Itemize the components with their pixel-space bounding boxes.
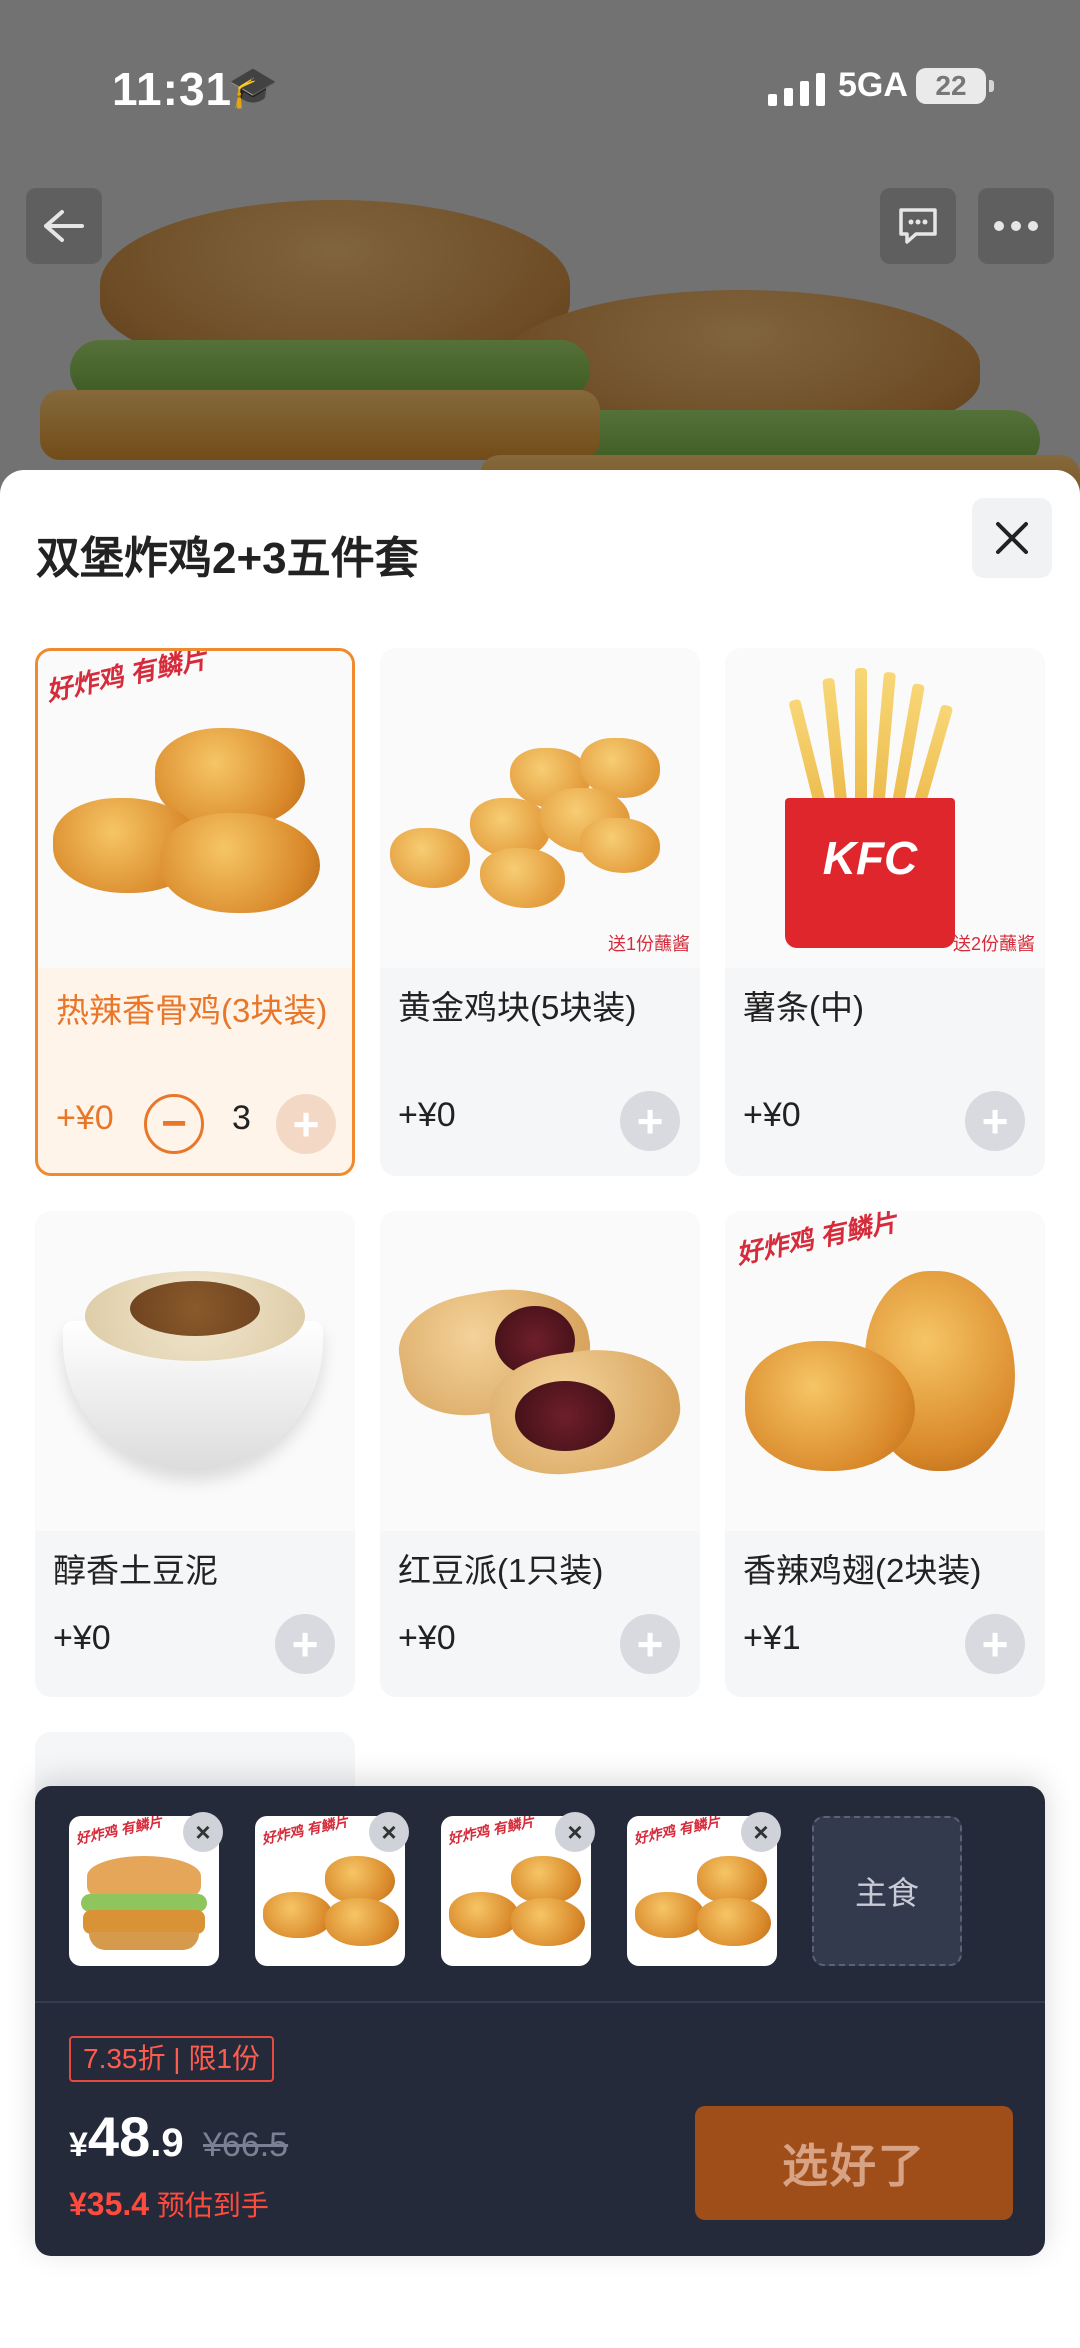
battery-icon: 22 [916, 68, 994, 104]
chat-bubble-icon [899, 208, 937, 244]
item-image: 送1份蘸酱 [380, 648, 700, 968]
graduation-cap-icon: 🎓 [228, 66, 278, 110]
item-quantity: 3 [232, 1099, 251, 1137]
item-price: +¥0 [398, 1096, 456, 1134]
total-price: ¥48.9 [69, 2104, 184, 2169]
item-image [380, 1211, 700, 1531]
item-price: +¥0 [56, 1099, 114, 1137]
item-card-spicy-wings[interactable]: 好炸鸡 有鳞片 香辣鸡翅(2块装) +¥1 + [725, 1211, 1045, 1697]
increase-button[interactable]: + [276, 1094, 336, 1154]
promo-tag: 好炸鸡 有鳞片 [74, 1816, 164, 1847]
message-button[interactable] [880, 188, 956, 264]
cart-panel: 好炸鸡 有鳞片 × 好炸鸡 有鳞片 × 好炸鸡 有鳞片 × 好炸鸡 有鳞片 × … [35, 1786, 1045, 2256]
original-price: ¥66.5 [203, 2126, 289, 2164]
remove-thumb-button[interactable]: × [369, 1812, 409, 1852]
remove-thumb-button[interactable]: × [183, 1812, 223, 1852]
item-price: +¥0 [398, 1619, 456, 1657]
status-time: 11:31 [112, 63, 233, 115]
item-price: +¥0 [743, 1096, 801, 1134]
empty-slot-main[interactable]: 主食 [812, 1816, 962, 1966]
sauce-note: 送2份蘸酱 [952, 934, 1035, 954]
item-image [35, 1211, 355, 1531]
price-integer: 48 [87, 2105, 151, 2168]
more-dots-icon [994, 221, 1038, 231]
item-name: 薯条(中) [743, 989, 864, 1026]
item-image: 好炸鸡 有鳞片 [725, 1211, 1045, 1531]
price-symbol: ¥ [69, 2126, 88, 2164]
item-image: 好炸鸡 有鳞片 [38, 648, 352, 968]
back-button[interactable] [26, 188, 102, 264]
sauce-note: 送1份蘸酱 [607, 934, 690, 954]
network-label: 5GA [838, 66, 908, 104]
discount-badge: 7.35折 | 限1份 [69, 2036, 274, 2082]
more-button[interactable] [978, 188, 1054, 264]
item-name: 热辣香骨鸡(3块装) [56, 992, 328, 1029]
item-card-nuggets[interactable]: 送1份蘸酱 黄金鸡块(5块装) +¥0 + [380, 648, 700, 1176]
promo-tag: 好炸鸡 有鳞片 [260, 1816, 350, 1847]
arrow-left-icon [44, 210, 84, 242]
confirm-button[interactable]: 选好了 [695, 2106, 1013, 2220]
estimated-price: ¥35.4 预估到手 [69, 2184, 269, 2224]
decrease-button[interactable]: − [144, 1094, 204, 1154]
estimate-amount: ¥35.4 [69, 2186, 150, 2222]
item-card-red-bean-pie[interactable]: 红豆派(1只装) +¥0 + [380, 1211, 700, 1697]
sheet-title: 双堡炸鸡2+3五件套 [36, 534, 419, 583]
estimate-label: 预估到手 [156, 2190, 269, 2221]
item-card-spicy-chicken[interactable]: 好炸鸡 有鳞片 热辣香骨鸡(3块装) +¥0 − 3 + [35, 648, 355, 1176]
item-card-mashed-potato[interactable]: 醇香土豆泥 +¥0 + [35, 1211, 355, 1697]
item-name: 醇香土豆泥 [53, 1552, 218, 1589]
promo-tag: 好炸鸡 有鳞片 [446, 1816, 536, 1847]
item-image: KFC 送2份蘸酱 [725, 648, 1045, 968]
promo-tag: 好炸鸡 有鳞片 [733, 1211, 900, 1270]
remove-thumb-button[interactable]: × [741, 1812, 781, 1852]
item-price: +¥0 [53, 1619, 111, 1657]
item-card-fries[interactable]: KFC 送2份蘸酱 薯条(中) +¥0 + [725, 648, 1045, 1176]
price-decimal: .9 [150, 2121, 184, 2165]
item-price: +¥1 [743, 1619, 801, 1657]
add-button[interactable]: + [275, 1614, 335, 1674]
divider [35, 2001, 1045, 2003]
add-button[interactable]: + [620, 1614, 680, 1674]
promo-tag: 好炸鸡 有鳞片 [43, 648, 210, 707]
close-button[interactable] [972, 498, 1052, 578]
close-icon [996, 522, 1028, 554]
add-button[interactable]: + [965, 1614, 1025, 1674]
add-button[interactable]: + [620, 1091, 680, 1151]
signal-icon [768, 72, 825, 106]
promo-tag: 好炸鸡 有鳞片 [632, 1816, 722, 1847]
item-name: 红豆派(1只装) [398, 1552, 604, 1589]
kfc-box-label: KFC [785, 798, 955, 948]
item-name: 黄金鸡块(5块装) [398, 989, 637, 1026]
item-name: 香辣鸡翅(2块装) [743, 1552, 982, 1589]
add-button[interactable]: + [965, 1091, 1025, 1151]
remove-thumb-button[interactable]: × [555, 1812, 595, 1852]
status-bar: 11:31 🎓 5GA 22 [0, 0, 1080, 180]
